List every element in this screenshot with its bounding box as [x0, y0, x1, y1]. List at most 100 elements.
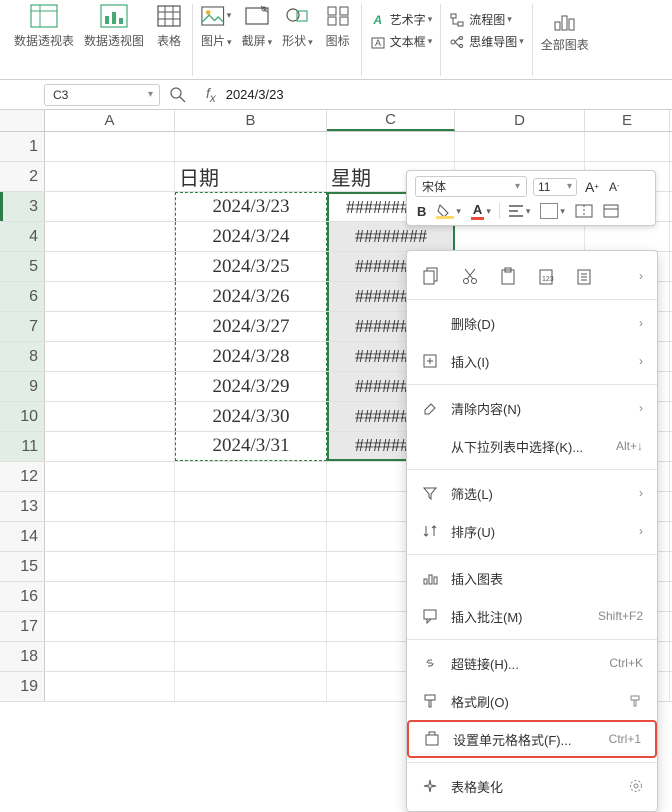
cell[interactable]	[45, 222, 175, 251]
zoom-icon[interactable]	[170, 87, 186, 103]
menu-clear[interactable]: 清除内容(N)›	[407, 389, 657, 427]
cell[interactable]	[45, 312, 175, 341]
cell[interactable]	[45, 492, 175, 521]
pivot-chart-button[interactable]: 数据透视图	[84, 2, 144, 49]
all-charts-button[interactable]: 全部图表	[541, 6, 589, 53]
cell[interactable]	[45, 342, 175, 371]
cell[interactable]: 2024/3/24	[175, 222, 327, 251]
cell[interactable]: 日期	[175, 162, 327, 191]
screenshot-button[interactable]: 截屏▾	[242, 2, 273, 49]
cell[interactable]: 2024/3/28	[175, 342, 327, 371]
name-box[interactable]: C3	[44, 84, 160, 106]
cell[interactable]	[45, 132, 175, 161]
font-color-button[interactable]: A▾	[469, 202, 493, 220]
row-header[interactable]: 8	[0, 342, 45, 371]
decrease-font-button[interactable]: A-	[607, 180, 621, 194]
shapes-button[interactable]: 形状▾	[282, 2, 313, 49]
row-header[interactable]: 7	[0, 312, 45, 341]
table-button[interactable]: 表格	[154, 2, 184, 49]
cell[interactable]	[45, 192, 175, 221]
menu-format-painter[interactable]: 格式刷(O)	[407, 682, 657, 720]
cell[interactable]: 2024/3/23	[175, 192, 327, 221]
cell[interactable]	[45, 552, 175, 581]
cell[interactable]	[45, 612, 175, 641]
row-header[interactable]: 9	[0, 372, 45, 401]
wordart-button[interactable]: A艺术字▾	[370, 11, 433, 28]
cell[interactable]	[175, 582, 327, 611]
increase-font-button[interactable]: A+	[583, 179, 601, 195]
chevron-right-icon[interactable]: ›	[639, 269, 643, 283]
autosum-button[interactable]	[601, 204, 621, 218]
cell[interactable]	[327, 132, 455, 161]
cell[interactable]	[45, 672, 175, 701]
cell[interactable]	[175, 132, 327, 161]
row-header[interactable]: 16	[0, 582, 45, 611]
cell[interactable]	[585, 222, 670, 251]
settings-icon[interactable]	[629, 779, 643, 793]
col-header-B[interactable]: B	[175, 110, 327, 131]
cell[interactable]: 2024/3/31	[175, 432, 327, 461]
row-header[interactable]: 18	[0, 642, 45, 671]
cell[interactable]	[175, 492, 327, 521]
select-all-corner[interactable]	[0, 110, 45, 131]
row-header[interactable]: 4	[0, 222, 45, 251]
merge-button[interactable]	[573, 204, 595, 218]
cell[interactable]	[45, 162, 175, 191]
align-button[interactable]: ▾	[506, 204, 533, 218]
row-header[interactable]: 19	[0, 672, 45, 701]
cell[interactable]	[455, 222, 585, 251]
picture-button[interactable]: ▾ 图片▾	[201, 2, 232, 49]
row-header[interactable]: 1	[0, 132, 45, 161]
cell[interactable]	[45, 582, 175, 611]
cell[interactable]	[45, 252, 175, 281]
cell[interactable]	[455, 132, 585, 161]
bold-button[interactable]: B	[415, 204, 428, 219]
cell[interactable]	[45, 642, 175, 671]
col-header-A[interactable]: A	[45, 110, 175, 131]
menu-filter[interactable]: 筛选(L)›	[407, 474, 657, 512]
cell[interactable]	[175, 612, 327, 641]
cell[interactable]	[45, 462, 175, 491]
row-header[interactable]: 14	[0, 522, 45, 551]
cell[interactable]	[175, 642, 327, 671]
cell[interactable]	[175, 522, 327, 551]
menu-dropdown-select[interactable]: 从下拉列表中选择(K)...Alt+↓	[407, 427, 657, 465]
menu-hyperlink[interactable]: 超链接(H)...Ctrl+K	[407, 644, 657, 682]
mindmap-button[interactable]: 思维导图▾	[449, 33, 524, 50]
row-header[interactable]: 2	[0, 162, 45, 191]
cell[interactable]: 2024/3/25	[175, 252, 327, 281]
col-header-E[interactable]: E	[585, 110, 670, 131]
row-header[interactable]: 10	[0, 402, 45, 431]
fill-color-button[interactable]: ▾	[434, 203, 463, 219]
cell[interactable]	[45, 402, 175, 431]
pivot-table-button[interactable]: 数据透视表	[14, 2, 74, 49]
cell[interactable]	[175, 552, 327, 581]
textbox-button[interactable]: A文本框▾	[370, 33, 433, 50]
font-selector[interactable]: 宋体▾	[415, 176, 527, 197]
cut-icon[interactable]	[459, 265, 481, 287]
menu-insert[interactable]: 插入(I)›	[407, 342, 657, 380]
flowchart-button[interactable]: 流程图▾	[449, 11, 524, 28]
row-header[interactable]: 11	[0, 432, 45, 461]
cell[interactable]	[175, 462, 327, 491]
row-header[interactable]: 3	[0, 192, 45, 221]
paste-icon[interactable]	[497, 265, 519, 287]
cell[interactable]	[585, 132, 670, 161]
copy-icon[interactable]	[421, 265, 443, 287]
menu-beautify[interactable]: 表格美化	[407, 767, 657, 805]
row-header[interactable]: 5	[0, 252, 45, 281]
menu-insert-comment[interactable]: 插入批注(M)Shift+F2	[407, 597, 657, 635]
col-header-D[interactable]: D	[455, 110, 585, 131]
paste-special-icon[interactable]	[573, 265, 595, 287]
menu-cell-format[interactable]: 设置单元格格式(F)...Ctrl+1	[407, 720, 657, 758]
cell[interactable]	[45, 522, 175, 551]
menu-delete[interactable]: 删除(D)›	[407, 304, 657, 342]
row-header[interactable]: 12	[0, 462, 45, 491]
col-header-C[interactable]: C	[327, 110, 455, 131]
cell[interactable]: 2024/3/29	[175, 372, 327, 401]
cell[interactable]: ########	[327, 222, 455, 251]
cell[interactable]	[45, 432, 175, 461]
border-button[interactable]: ▾	[538, 203, 567, 219]
cell[interactable]: 2024/3/30	[175, 402, 327, 431]
cell[interactable]: 2024/3/26	[175, 282, 327, 311]
